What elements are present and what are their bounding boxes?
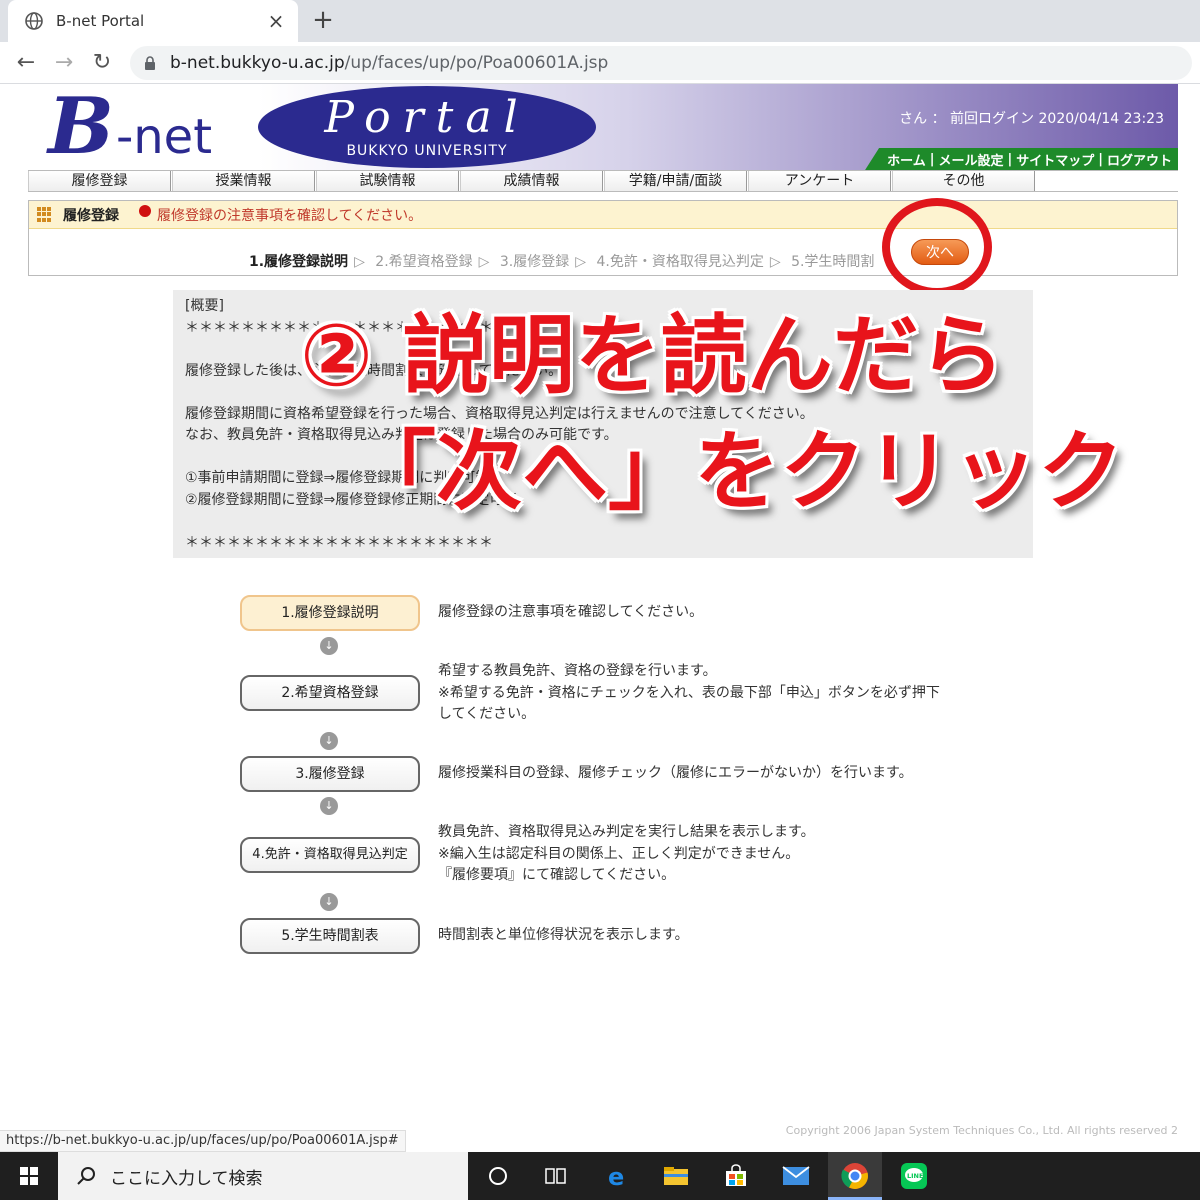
menu-student-records[interactable]: 学籍/申請/面談 <box>604 171 747 191</box>
header-links: ホーム | メール設定 | サイトマップ | ログアウト <box>865 148 1178 170</box>
copyright-text: Copyright 2006 Japan System Techniques C… <box>785 1124 1178 1137</box>
windows-logo-icon <box>20 1167 38 1185</box>
step-4: 4.免許・資格取得見込判定 <box>596 254 764 270</box>
grid-icon <box>37 206 53 223</box>
registration-panel: 履修登録 履修登録の注意事項を確認してください。 1.履修登録説明 ▷ 2.希望資… <box>28 200 1178 276</box>
flow-step-2-button[interactable]: 2.希望資格登録 <box>240 675 420 711</box>
flow-desc-line: 『履修要項』にて確認してください。 <box>438 867 676 883</box>
address-bar[interactable]: b-net.bukkyo-u.ac.jp/up/faces/up/po/Poa0… <box>130 46 1192 80</box>
step-arrow-icon: ▷ <box>478 254 490 270</box>
flow-step-5-desc: 時間割表と単位修得状況を表示します。 <box>438 925 689 947</box>
new-tab-button[interactable]: + <box>308 6 338 36</box>
step-arrow-icon: ▷ <box>769 254 781 270</box>
panel-header: 履修登録 履修登録の注意事項を確認してください。 <box>29 201 1177 229</box>
browser-tab[interactable]: B-net Portal × <box>8 0 298 42</box>
status-bar-url: https://b-net.bukkyo-u.ac.jp/up/faces/up… <box>0 1130 406 1152</box>
pushpin-icon <box>139 204 151 217</box>
step-5: 5.学生時間割 <box>791 254 875 270</box>
url-path: /up/faces/up/po/Poa00601A.jsp <box>344 53 609 73</box>
flow-step-5-button[interactable]: 5.学生時間割表 <box>240 918 420 954</box>
section-title: 履修登録 <box>63 207 119 224</box>
flow-desc-line: ※希望する免許・資格にチェックを入れ、表の最下部「申込」ボタンを必ず押下 <box>438 684 940 701</box>
portal-word: Portal <box>324 92 530 143</box>
menu-survey[interactable]: アンケート <box>748 171 891 191</box>
last-login-info: さん ： 前回ログイン 2020/04/14 23:23 <box>899 111 1164 127</box>
home-link[interactable]: ホーム <box>887 150 926 169</box>
chrome-icon[interactable] <box>839 1160 871 1192</box>
svg-text:LINE: LINE <box>907 1172 923 1180</box>
mail-icon[interactable] <box>780 1160 812 1192</box>
store-icon[interactable] <box>720 1160 752 1192</box>
flow-step-1-desc: 履修登録の注意事項を確認してください。 <box>438 602 703 624</box>
logo-net: -net <box>115 109 213 165</box>
lock-icon <box>145 56 155 70</box>
mail-settings-link[interactable]: メール設定 <box>938 150 1003 169</box>
menu-grades[interactable]: 成績情報 <box>460 171 603 191</box>
forward-button[interactable]: → <box>50 49 78 77</box>
annotation-line-2: 「次へ」をクリック <box>350 422 1124 522</box>
cortana-icon[interactable] <box>482 1160 514 1192</box>
browser-tabstrip: B-net Portal × + <box>0 0 1200 42</box>
search-icon <box>77 1167 95 1185</box>
down-arrow-icon: ↓ <box>320 732 338 750</box>
url-host: b-net.bukkyo-u.ac.jp <box>170 53 345 73</box>
step-1: 1.履修登録説明 <box>249 254 349 270</box>
windows-taskbar: ここに入力して検索 e LINE <box>0 1152 1200 1200</box>
bnet-logo[interactable]: B -net <box>48 88 212 166</box>
main-menu: 履修登録 授業情報 試験情報 成績情報 学籍/申請/面談 アンケート その他 <box>28 170 1178 192</box>
edge-icon[interactable]: e <box>602 1160 634 1192</box>
flow-desc-line: 履修授業科目の登録、履修チェック（履修にエラーがないか）を行います。 <box>438 765 913 781</box>
flow-step-1-button[interactable]: 1.履修登録説明 <box>240 595 420 631</box>
sitemap-link[interactable]: サイトマップ <box>1016 150 1094 169</box>
logo-b: B <box>48 81 114 172</box>
site-header: B -net Portal BUKKYO UNIVERSITY さん ： 前回ロ… <box>28 84 1178 170</box>
flow-step-4-button[interactable]: 4.免許・資格取得見込判定 <box>240 837 420 873</box>
search-placeholder: ここに入力して検索 <box>110 1168 263 1189</box>
flow-desc-line: 希望する教員免許、資格の登録を行います。 <box>438 663 717 679</box>
menu-other[interactable]: その他 <box>892 171 1035 191</box>
task-view-icon[interactable] <box>540 1160 572 1192</box>
down-arrow-icon: ↓ <box>320 893 338 911</box>
university-name: BUKKYO UNIVERSITY <box>346 143 508 159</box>
step-3: 3.履修登録 <box>499 254 570 270</box>
flow-step-3-desc: 履修授業科目の登録、履修チェック（履修にエラーがないか）を行います。 <box>438 763 913 785</box>
step-arrow-icon: ▷ <box>354 254 365 270</box>
svg-text:e: e <box>608 1163 624 1189</box>
down-arrow-icon: ↓ <box>320 797 338 815</box>
logout-link[interactable]: ログアウト <box>1107 150 1172 169</box>
flow-step-4-desc: 教員免許、資格取得見込み判定を実行し結果を表示します。 ※編入生は認定科目の関係… <box>438 822 815 887</box>
file-explorer-icon[interactable] <box>660 1160 692 1192</box>
notice-text: 履修登録の注意事項を確認してください。 <box>157 207 423 224</box>
taskbar-search[interactable]: ここに入力して検索 <box>58 1152 468 1200</box>
down-arrow-icon: ↓ <box>320 637 338 655</box>
start-button[interactable] <box>0 1152 58 1200</box>
back-button[interactable]: ← <box>12 49 40 77</box>
line-icon[interactable]: LINE <box>898 1160 930 1192</box>
reload-button[interactable]: ↻ <box>88 49 116 77</box>
menu-exam-info[interactable]: 試験情報 <box>316 171 459 191</box>
globe-icon <box>25 12 43 30</box>
step-breadcrumb: 1.履修登録説明 ▷ 2.希望資格登録 ▷ 3.履修登録 ▷ 4.免許・資格取得見込判… <box>249 251 874 271</box>
flow-desc-line: ※編入生は認定科目の関係上、正しく判定ができません。 <box>438 845 800 862</box>
menu-class-info[interactable]: 授業情報 <box>172 171 315 191</box>
highlight-circle <box>882 198 992 296</box>
close-tab-icon[interactable]: × <box>266 9 286 33</box>
step-arrow-icon: ▷ <box>575 254 587 270</box>
portal-logo: Portal BUKKYO UNIVERSITY <box>258 86 596 168</box>
overview-stars-bottom: ＊＊＊＊＊＊＊＊＊＊＊＊＊＊＊＊＊＊＊＊＊＊ <box>185 534 493 551</box>
url-text: b-net.bukkyo-u.ac.jp/up/faces/up/po/Poa0… <box>170 53 608 73</box>
flow-step-3-button[interactable]: 3.履修登録 <box>240 756 420 792</box>
annotation-line-1: ② 説明を読んだら <box>300 306 1005 406</box>
flow-desc-line: してください。 <box>438 706 536 722</box>
flow-step-2-desc: 希望する教員免許、資格の登録を行います。 ※希望する免許・資格にチェックを入れ、… <box>438 661 940 726</box>
flow-desc-line: 履修登録の注意事項を確認してください。 <box>438 604 704 620</box>
flow-desc-line: 時間割表と単位修得状況を表示します。 <box>438 927 689 943</box>
step-2: 2.希望資格登録 <box>375 254 473 270</box>
browser-toolbar: ← → ↻ b-net.bukkyo-u.ac.jp/up/faces/up/p… <box>0 42 1200 84</box>
tab-title: B-net Portal <box>56 12 145 30</box>
flow-desc-line: 教員免許、資格取得見込み判定を実行し結果を表示します。 <box>438 824 815 840</box>
menu-course-registration[interactable]: 履修登録 <box>28 171 171 191</box>
